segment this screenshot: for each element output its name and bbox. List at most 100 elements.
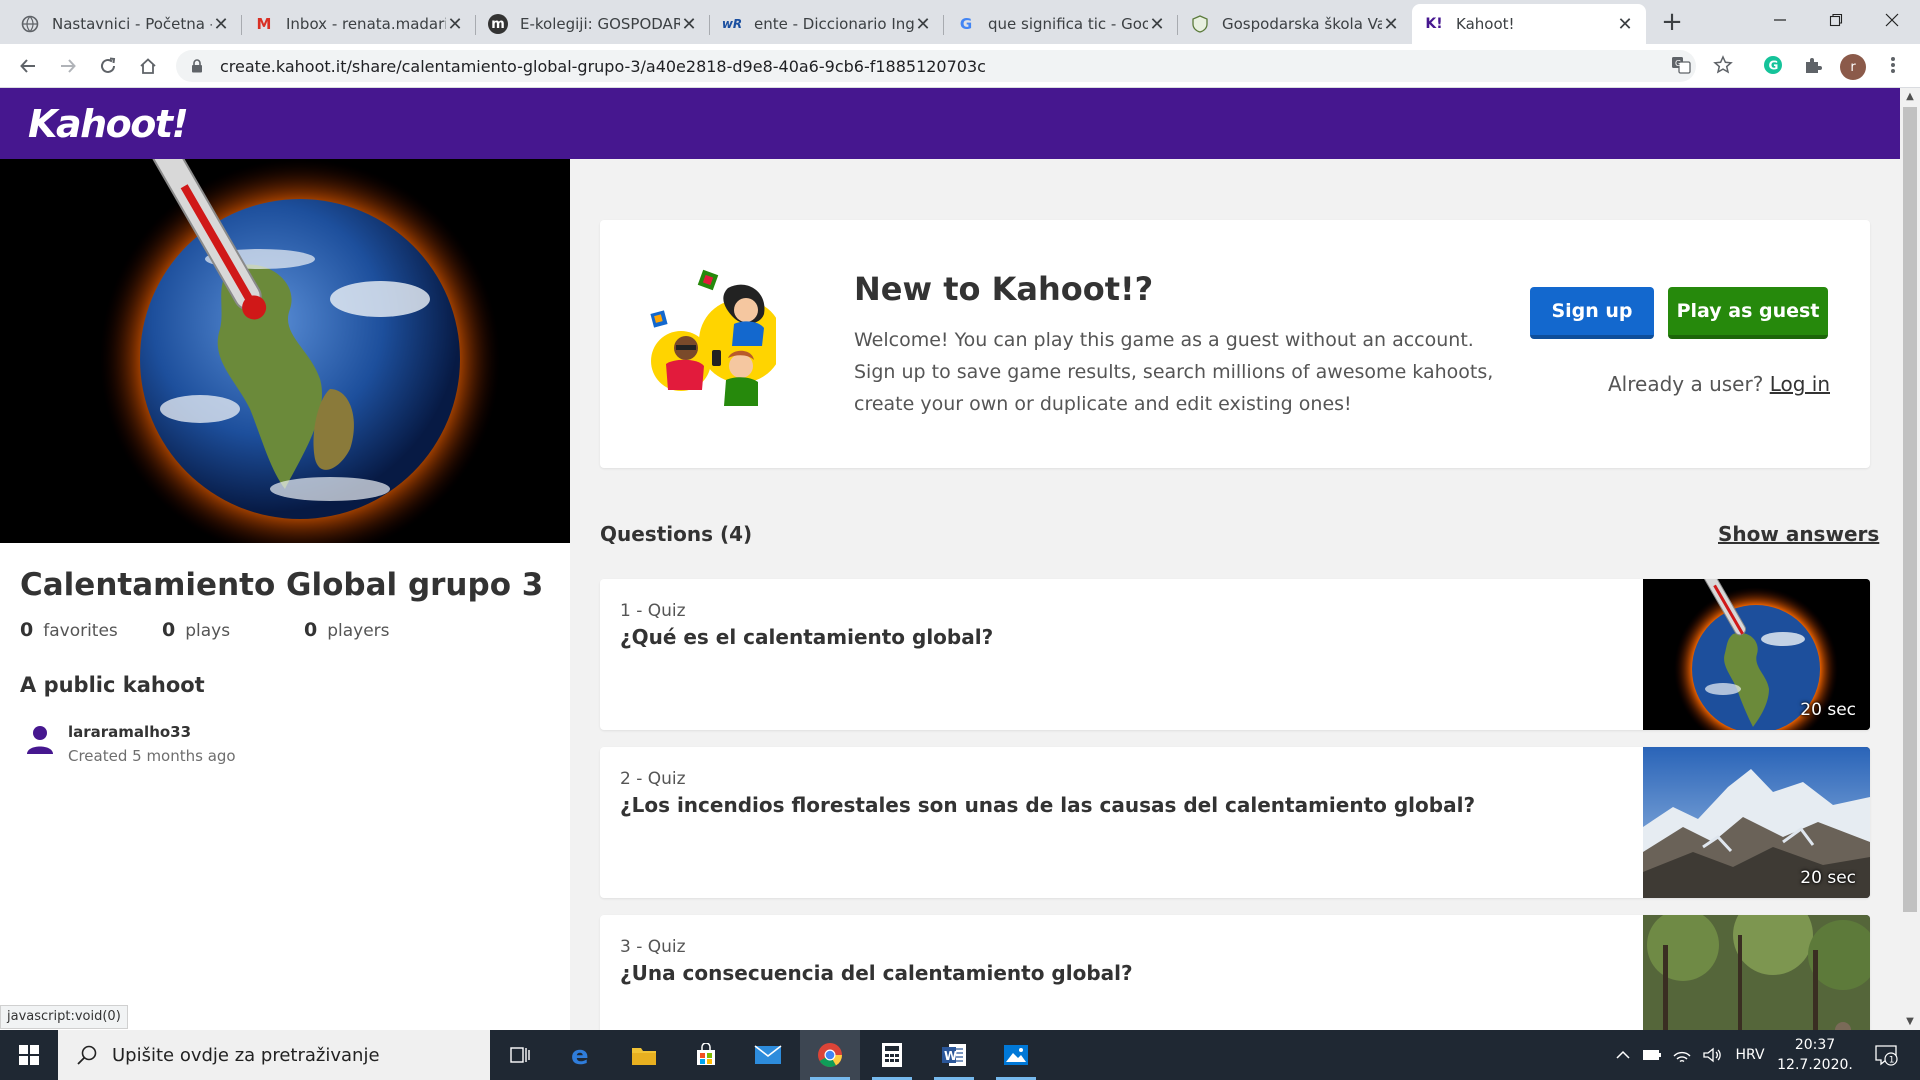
- translate-icon[interactable]: G: [1666, 50, 1696, 80]
- tab-gmail[interactable]: M Inbox - renata.madaric ✕: [242, 4, 476, 44]
- stat-label: players: [327, 621, 390, 641]
- mail-icon[interactable]: [738, 1030, 798, 1080]
- edge-icon[interactable]: e: [552, 1030, 612, 1080]
- tab-google[interactable]: G que significa tic - Goog ✕: [944, 4, 1178, 44]
- back-icon[interactable]: [14, 52, 42, 80]
- question-image: 20 sec: [1643, 747, 1870, 898]
- stat-favorites: 0 favorites: [20, 619, 162, 641]
- log-in-link[interactable]: Log in: [1770, 372, 1830, 396]
- lock-icon: [192, 59, 202, 73]
- stat-value: 0: [20, 619, 34, 641]
- show-answers-link[interactable]: Show answers: [1718, 522, 1879, 546]
- question-type: 1 - Quiz: [620, 601, 686, 621]
- new-to-kahoot-card: New to Kahoot!? Welcome! You can play th…: [600, 220, 1870, 468]
- word-icon[interactable]: W: [924, 1030, 984, 1080]
- kahoot-logo[interactable]: Kahoot!: [28, 102, 189, 146]
- kahoot-title: Calentamiento Global grupo 3: [20, 567, 544, 603]
- tab-label: ente - Diccionario Ingle: [754, 15, 914, 33]
- task-view-icon[interactable]: [490, 1030, 550, 1080]
- microsoft-store-icon[interactable]: [676, 1030, 736, 1080]
- tab-e-kolegiji[interactable]: m E-kolegiji: GOSPODARS ✕: [476, 4, 710, 44]
- clock-date: 12.7.2020.: [1777, 1057, 1853, 1073]
- tab-label: E-kolegiji: GOSPODARS: [520, 15, 680, 33]
- calculator-icon[interactable]: [862, 1030, 922, 1080]
- scroll-up-icon[interactable]: ▲: [1900, 88, 1920, 105]
- tab-nastavnici[interactable]: Nastavnici - Početna - ✕: [8, 4, 242, 44]
- file-explorer-icon[interactable]: [614, 1030, 674, 1080]
- tab-close-icon[interactable]: ✕: [1616, 14, 1634, 35]
- kebab-menu-icon[interactable]: [1878, 50, 1908, 80]
- input-language-indicator[interactable]: HRV: [1730, 1030, 1770, 1080]
- sign-up-button[interactable]: Sign up: [1530, 287, 1654, 339]
- svg-text:G: G: [1675, 59, 1681, 68]
- search-icon: [77, 1045, 97, 1065]
- taskbar-clock[interactable]: 20:37 12.7.2020.: [1770, 1035, 1860, 1075]
- wordreference-icon: wR: [721, 17, 743, 31]
- volume-icon[interactable]: [1700, 1030, 1724, 1080]
- close-window-icon[interactable]: [1864, 0, 1920, 40]
- question-time-limit: 20 sec: [1800, 700, 1856, 720]
- bookmark-star-icon[interactable]: [1708, 50, 1738, 80]
- tab-close-icon[interactable]: ✕: [212, 14, 230, 35]
- forward-icon[interactable]: [54, 52, 82, 80]
- minimize-icon[interactable]: [1752, 0, 1808, 40]
- kahoot-details-panel: Calentamiento Global grupo 3 0 favorites…: [0, 159, 570, 1030]
- question-row[interactable]: 1 - Quiz ¿Qué es el calentamiento global…: [600, 579, 1870, 730]
- creator-username[interactable]: lararamalho33: [68, 723, 191, 741]
- windows-taskbar: Upišite ovdje za pretraživanje e W HRV 2…: [0, 1030, 1920, 1080]
- extensions-puzzle-icon[interactable]: [1798, 50, 1828, 80]
- notifications-icon[interactable]: 1: [1866, 1030, 1906, 1080]
- tab-label: Kahoot!: [1456, 15, 1515, 33]
- stat-players: 0 players: [304, 619, 390, 641]
- maximize-icon[interactable]: [1808, 0, 1864, 40]
- tab-close-icon[interactable]: ✕: [914, 14, 932, 35]
- svg-text:G: G: [1769, 59, 1779, 73]
- promo-text: Welcome! You can play this game as a gue…: [854, 329, 1494, 415]
- page-scrollbar[interactable]: ▲ ▼: [1900, 88, 1920, 1030]
- chevron-up-icon[interactable]: [1612, 1030, 1634, 1080]
- photos-icon[interactable]: [986, 1030, 1046, 1080]
- url-text: create.kahoot.it/share/calentamiento-glo…: [220, 56, 986, 76]
- tab-kahoot[interactable]: K! Kahoot! ✕: [1412, 4, 1646, 44]
- scrollbar-thumb[interactable]: [1903, 107, 1917, 912]
- people-selfie-illustration: [650, 269, 776, 406]
- play-as-guest-button[interactable]: Play as guest: [1668, 287, 1828, 339]
- cover-image: [0, 159, 570, 543]
- wifi-icon[interactable]: [1670, 1030, 1694, 1080]
- tab-close-icon[interactable]: ✕: [1148, 14, 1166, 35]
- tab-label: que significa tic - Goog: [988, 15, 1148, 33]
- globe-icon: [20, 14, 40, 34]
- address-bar[interactable]: create.kahoot.it/share/calentamiento-glo…: [176, 50, 1696, 82]
- question-row[interactable]: 2 - Quiz ¿Los incendios florestales son …: [600, 747, 1870, 898]
- windows-start-icon[interactable]: [0, 1030, 58, 1080]
- question-text: ¿Qué es el calentamiento global?: [620, 625, 994, 649]
- grammarly-icon[interactable]: G: [1758, 50, 1788, 80]
- taskbar-search-box[interactable]: Upišite ovdje za pretraživanje: [58, 1030, 490, 1080]
- stat-value: 0: [304, 619, 318, 641]
- notification-count: 1: [1889, 1056, 1895, 1066]
- kahoot-favicon-icon: K!: [1425, 16, 1443, 32]
- chrome-icon[interactable]: [800, 1030, 860, 1080]
- scroll-down-icon[interactable]: ▼: [1900, 1013, 1920, 1030]
- tab-close-icon[interactable]: ✕: [1382, 14, 1400, 35]
- profile-avatar[interactable]: r: [1840, 54, 1866, 80]
- tab-wordreference[interactable]: wR ente - Diccionario Ingle ✕: [710, 4, 944, 44]
- svg-text:W: W: [944, 1049, 957, 1063]
- gmail-icon: M: [256, 15, 272, 33]
- questions-count-heading: Questions (4): [600, 522, 753, 546]
- clock-time: 20:37: [1794, 1037, 1836, 1053]
- tab-label: Gospodarska škola Var: [1222, 15, 1382, 33]
- google-icon: G: [959, 15, 973, 33]
- stat-label: plays: [185, 621, 231, 641]
- home-icon[interactable]: [134, 52, 162, 80]
- battery-icon[interactable]: [1640, 1030, 1664, 1080]
- earth-thermometer-image: [0, 159, 570, 543]
- new-tab-button[interactable]: +: [1656, 6, 1688, 38]
- question-image: 20 sec: [1643, 579, 1870, 730]
- reload-icon[interactable]: [94, 52, 122, 80]
- tab-close-icon[interactable]: ✕: [446, 14, 464, 35]
- stat-value: 0: [162, 619, 176, 641]
- tab-gospodarska[interactable]: Gospodarska škola Var ✕: [1178, 4, 1412, 44]
- tab-close-icon[interactable]: ✕: [680, 14, 698, 35]
- taskbar-search-placeholder: Upišite ovdje za pretraživanje: [112, 1044, 380, 1066]
